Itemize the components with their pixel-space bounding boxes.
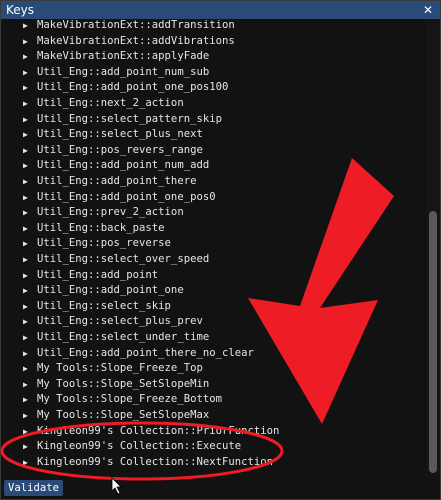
triangle-right-icon[interactable]: ▶ bbox=[23, 19, 37, 34]
triangle-right-icon[interactable]: ▶ bbox=[23, 252, 37, 268]
list-item[interactable]: ▶ Util_Eng::add_point_one_pos100 bbox=[23, 80, 228, 96]
window-titlebar[interactable]: Keys ✕ bbox=[1, 1, 440, 19]
triangle-right-icon[interactable]: ▶ bbox=[23, 346, 37, 362]
triangle-right-icon[interactable]: ▶ bbox=[23, 34, 37, 50]
triangle-right-icon[interactable]: ▶ bbox=[23, 455, 37, 471]
triangle-right-icon[interactable]: ▶ bbox=[23, 80, 37, 96]
list-item[interactable]: ▶ Util_Eng::add_point bbox=[23, 268, 158, 284]
list-item-label: Util_Eng::add_point_one_pos0 bbox=[37, 190, 216, 203]
list-item[interactable]: ▶ Util_Eng::add_point_num_sub bbox=[23, 65, 209, 81]
triangle-right-icon[interactable]: ▶ bbox=[23, 268, 37, 284]
list-item[interactable]: ▶ Kingleon99's Collection::NextFunction bbox=[23, 455, 273, 471]
list-item[interactable]: ▶ Util_Eng::select_over_speed bbox=[23, 252, 209, 268]
list-item[interactable]: ▶ My Tools::Slope_SetSlopeMin bbox=[23, 377, 209, 393]
list-item-label: MakeVibrationExt::addVibrations bbox=[37, 34, 235, 47]
list-item[interactable]: ▶ Util_Eng::select_plus_next bbox=[23, 127, 203, 143]
list-item[interactable]: ▶ Util_Eng::select_skip bbox=[23, 299, 171, 315]
triangle-right-icon[interactable]: ▶ bbox=[23, 143, 37, 159]
list-item[interactable]: ▶ Util_Eng::select_under_time bbox=[23, 330, 209, 346]
window-title: Keys bbox=[6, 3, 35, 17]
list-item-label: Util_Eng::select_plus_next bbox=[37, 128, 203, 141]
triangle-right-icon[interactable]: ▶ bbox=[23, 424, 37, 440]
list-item-label: MakeVibrationExt::addTransition bbox=[37, 19, 235, 31]
list-item[interactable]: ▶ My Tools::Slope_Freeze_Top bbox=[23, 361, 203, 377]
triangle-right-icon[interactable]: ▶ bbox=[23, 236, 37, 252]
list-item-label: Kingleon99's Collection::PriorFunction bbox=[37, 424, 280, 437]
keys-list: ▶ MakeVibrationExt::addTransition ▶ MakeVib… bbox=[1, 19, 426, 477]
list-item-label: My Tools::Slope_Freeze_Top bbox=[37, 362, 203, 375]
list-item-label: Util_Eng::back_paste bbox=[37, 221, 165, 234]
list-item-label: MakeVibrationExt::applyFade bbox=[37, 50, 210, 63]
triangle-right-icon[interactable]: ▶ bbox=[23, 330, 37, 346]
list-item-label: Util_Eng::prev_2_action bbox=[37, 206, 184, 219]
list-item-label: Util_Eng::select_pattern_skip bbox=[37, 112, 222, 125]
scrollbar-thumb[interactable] bbox=[429, 211, 437, 473]
list-item-label: Util_Eng::pos_revers_range bbox=[37, 143, 203, 156]
triangle-right-icon[interactable]: ▶ bbox=[23, 439, 37, 455]
list-item[interactable]: ▶ Util_Eng::pos_reverse bbox=[23, 236, 171, 252]
triangle-right-icon[interactable]: ▶ bbox=[23, 65, 37, 81]
list-item[interactable]: ▶ Kingleon99's Collection::Execute bbox=[23, 439, 241, 455]
list-item-label: Util_Eng::add_point_there_no_clear bbox=[37, 346, 254, 359]
triangle-right-icon[interactable]: ▶ bbox=[23, 221, 37, 237]
triangle-right-icon[interactable]: ▶ bbox=[23, 174, 37, 190]
list-item[interactable]: ▶ Util_Eng::add_point_there bbox=[23, 174, 196, 190]
list-item-label: Util_Eng::select_under_time bbox=[37, 331, 210, 343]
list-item-label: Util_Eng::pos_reverse bbox=[37, 237, 171, 250]
list-item[interactable]: ▶ Util_Eng::next_2_action bbox=[23, 96, 184, 112]
validate-button[interactable]: Validate bbox=[4, 480, 64, 496]
keys-window: Keys ✕ ▶ MakeVibrationExt::addTransition ▶… bbox=[0, 0, 441, 500]
list-item-label: Util_Eng::add_point bbox=[37, 268, 159, 281]
list-item[interactable]: ▶ Util_Eng::select_pattern_skip bbox=[23, 112, 222, 128]
triangle-right-icon[interactable]: ▶ bbox=[23, 112, 37, 128]
triangle-right-icon[interactable]: ▶ bbox=[23, 49, 37, 65]
close-icon[interactable]: ✕ bbox=[420, 2, 436, 18]
triangle-right-icon[interactable]: ▶ bbox=[23, 392, 37, 408]
footer-bar: Validate bbox=[1, 477, 440, 499]
triangle-right-icon[interactable]: ▶ bbox=[23, 127, 37, 143]
list-item-label: Util_Eng::select_over_speed bbox=[37, 253, 210, 265]
list-item-label: Util_Eng::add_point_one bbox=[37, 284, 184, 297]
list-item[interactable]: ▶ Util_Eng::back_paste bbox=[23, 221, 165, 237]
list-item-label: My Tools::Slope_SetSlopeMin bbox=[37, 377, 210, 390]
triangle-right-icon[interactable]: ▶ bbox=[23, 205, 37, 221]
list-item[interactable]: ▶ MakeVibrationExt::applyFade bbox=[23, 49, 209, 65]
triangle-right-icon[interactable]: ▶ bbox=[23, 408, 37, 424]
list-item-label: Util_Eng::add_point_num_sub bbox=[37, 65, 210, 78]
list-item-label: Util_Eng::select_plus_prev bbox=[37, 315, 203, 328]
list-item-label: Util_Eng::next_2_action bbox=[37, 97, 184, 109]
list-item-label: Util_Eng::add_point_there bbox=[37, 175, 197, 187]
list-item[interactable]: ▶ MakeVibrationExt::addTransition bbox=[23, 19, 235, 34]
triangle-right-icon[interactable]: ▶ bbox=[23, 377, 37, 393]
list-item[interactable]: ▶ Util_Eng::prev_2_action bbox=[23, 205, 184, 221]
list-item[interactable]: ▶ Util_Eng::select_plus_prev bbox=[23, 314, 203, 330]
list-item[interactable]: ▶ Util_Eng::pos_revers_range bbox=[23, 143, 203, 159]
list-item[interactable]: ▶ Util_Eng::add_point_one bbox=[23, 283, 184, 299]
list-item-label: Kingleon99's Collection::NextFunction bbox=[37, 455, 273, 468]
triangle-right-icon[interactable]: ▶ bbox=[23, 299, 37, 315]
list-item[interactable]: ▶ MakeVibrationExt::addVibrations bbox=[23, 34, 235, 50]
list-item[interactable]: ▶ Util_Eng::add_point_there_no_clear bbox=[23, 346, 254, 362]
list-item-label: Util_Eng::select_skip bbox=[37, 299, 171, 312]
triangle-right-icon[interactable]: ▶ bbox=[23, 283, 37, 299]
list-item-label: My Tools::Slope_SetSlopeMax bbox=[37, 409, 210, 421]
triangle-right-icon[interactable]: ▶ bbox=[23, 158, 37, 174]
triangle-right-icon[interactable]: ▶ bbox=[23, 190, 37, 206]
triangle-right-icon[interactable]: ▶ bbox=[23, 96, 37, 112]
list-item[interactable]: ▶ My Tools::Slope_Freeze_Bottom bbox=[23, 392, 222, 408]
triangle-right-icon[interactable]: ▶ bbox=[23, 361, 37, 377]
list-item[interactable]: ▶ My Tools::Slope_SetSlopeMax bbox=[23, 408, 209, 424]
list-item[interactable]: ▶ Util_Eng::add_point_one_pos0 bbox=[23, 190, 216, 206]
list-item[interactable]: ▶ Kingleon99's Collection::PriorFunction bbox=[23, 424, 279, 440]
list-item-label: Util_Eng::add_point_one_pos100 bbox=[37, 81, 229, 94]
list-item-label: My Tools::Slope_Freeze_Bottom bbox=[37, 393, 222, 406]
triangle-right-icon[interactable]: ▶ bbox=[23, 314, 37, 330]
list-item-label: Util_Eng::add_point_num_add bbox=[37, 159, 210, 172]
list-item-label: Kingleon99's Collection::Execute bbox=[37, 440, 242, 453]
list-item[interactable]: ▶ Util_Eng::add_point_num_add bbox=[23, 158, 209, 174]
vertical-scrollbar[interactable] bbox=[426, 19, 440, 477]
